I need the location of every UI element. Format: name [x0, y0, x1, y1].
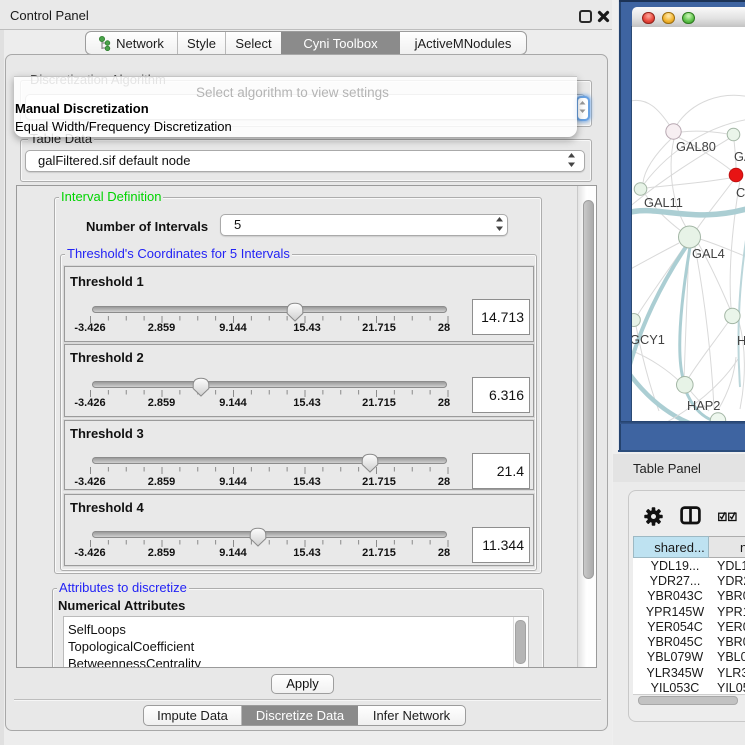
svg-text:GA: GA: [734, 149, 745, 164]
svg-text:HAP2: HAP2: [687, 398, 720, 413]
svg-text:GCY1: GCY1: [632, 332, 665, 347]
svg-text:HA: HA: [737, 333, 745, 348]
svg-text:GAL80: GAL80: [676, 139, 716, 154]
svg-text:GAL4: GAL4: [692, 246, 725, 261]
svg-text:GAL11: GAL11: [644, 195, 683, 210]
svg-text:CY: CY: [736, 185, 745, 200]
